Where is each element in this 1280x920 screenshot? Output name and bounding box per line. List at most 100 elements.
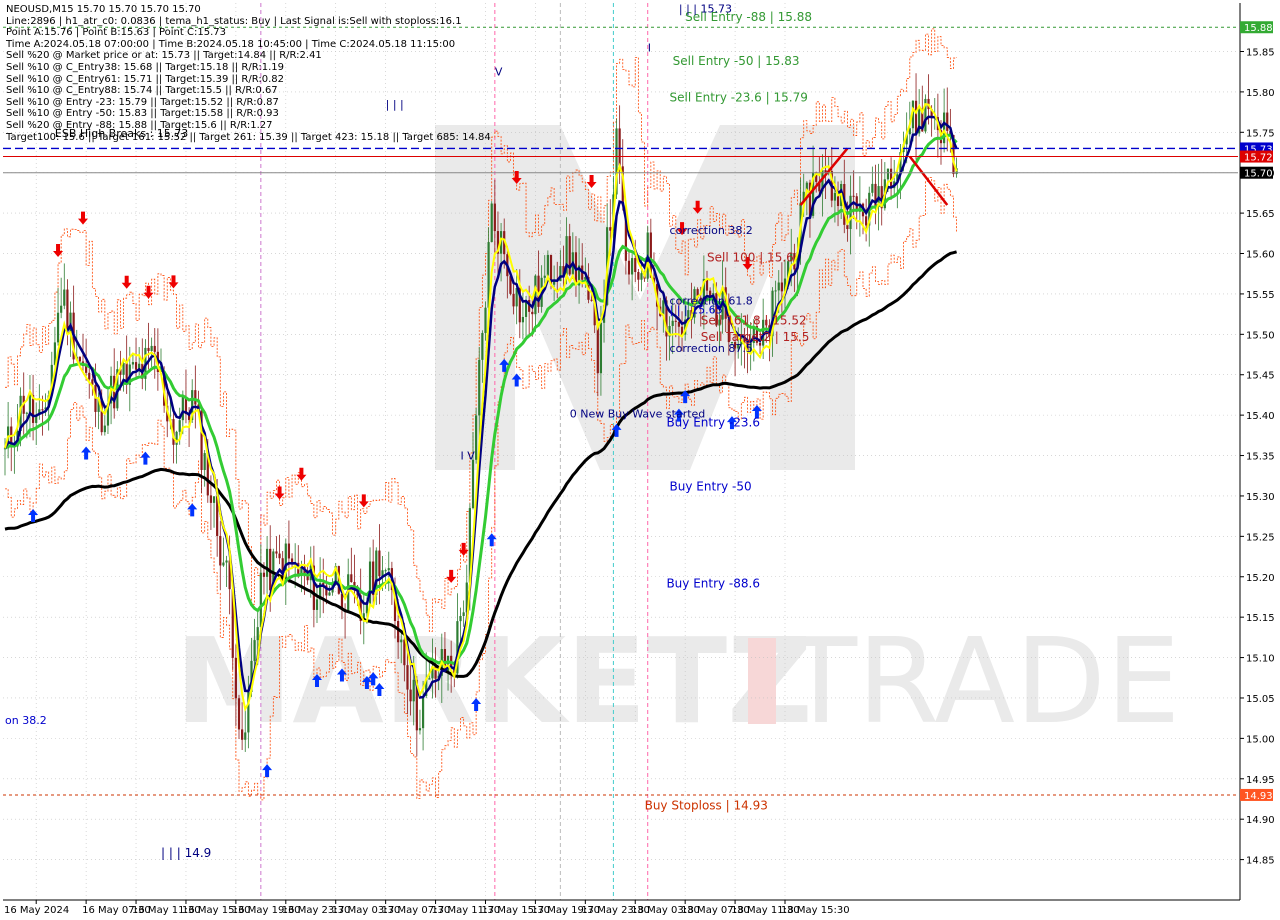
candle-body xyxy=(599,322,603,374)
price-tick-label: 15.05 xyxy=(1246,694,1275,705)
buy-arrow xyxy=(140,451,151,465)
price-tag-label: 15.70 xyxy=(1244,169,1273,180)
candle-body xyxy=(852,195,855,197)
candle-body xyxy=(203,453,206,471)
candle-body xyxy=(943,112,946,144)
candle-body xyxy=(774,290,777,292)
candle-body xyxy=(493,203,496,232)
chart-annotation: Buy Entry -88.6 xyxy=(666,576,760,590)
candle-body xyxy=(462,612,465,616)
sell-arrow xyxy=(358,494,369,508)
candle-body xyxy=(178,420,181,432)
price-tag-label: 15.72 xyxy=(1244,153,1273,164)
time-tick-label: 18 May 15:30 xyxy=(781,905,850,916)
candle-body xyxy=(631,258,634,275)
price-tick-label: 15.75 xyxy=(1246,128,1275,139)
price-tick-label: 15.35 xyxy=(1246,452,1275,463)
candle-body xyxy=(387,568,390,571)
chart-annotation: V xyxy=(495,66,503,79)
candle-body xyxy=(490,203,493,243)
info-line: Point A:15.76 | Point B:15.63 | Point C:… xyxy=(6,27,226,39)
candle-body xyxy=(253,640,256,661)
price-tick-label: 15.00 xyxy=(1246,734,1275,745)
candle-body xyxy=(194,390,197,405)
candle-body xyxy=(237,698,241,730)
chart-annotation: Buy Entry -23.6 xyxy=(666,415,760,429)
sell-arrow xyxy=(78,211,88,225)
candle-body xyxy=(244,732,247,740)
candle-body xyxy=(56,312,60,343)
trend-segment xyxy=(908,155,949,206)
sell-arrow xyxy=(121,275,132,289)
candle-body xyxy=(618,128,621,167)
candle-body xyxy=(671,320,674,326)
time-tick-label: 16 May 2024 xyxy=(4,905,69,916)
buy-arrow xyxy=(81,446,92,460)
candle-body xyxy=(871,183,874,193)
info-line: Sell %10 @ Entry -50: 15.83 || Target:15… xyxy=(6,108,279,120)
candle-body xyxy=(234,657,237,699)
sell-arrow xyxy=(446,569,457,583)
candle-body xyxy=(63,289,66,306)
candle-body xyxy=(531,311,534,315)
candle-body xyxy=(88,372,91,380)
info-line: Sell %10 @ C_Entry38: 15.68 || Target:15… xyxy=(6,61,285,73)
chart-annotation: Sell 161.8 | 15.52 xyxy=(701,314,807,328)
info-line: Sell %10 @ C_Entry61: 15.71 || Target:15… xyxy=(6,73,285,85)
candle-body xyxy=(60,305,63,313)
candle-body xyxy=(287,543,291,559)
candle-body xyxy=(41,409,44,411)
watermark-brand-left: MARKETZ xyxy=(175,612,813,750)
info-panel: NEOUSD,M15 15.70 15.70 15.70 15.70 Line:… xyxy=(6,4,491,143)
candle-body xyxy=(384,570,387,572)
candle-body xyxy=(241,729,244,740)
candle-body xyxy=(403,639,406,666)
candle-body xyxy=(219,535,222,566)
chart-annotation: I V xyxy=(461,450,476,463)
price-tick-label: 15.65 xyxy=(1246,209,1275,220)
price-tick-label: 15.30 xyxy=(1246,492,1275,503)
candle-body xyxy=(846,224,849,230)
candle-body xyxy=(640,273,643,280)
candle-body xyxy=(131,362,135,365)
candle-body xyxy=(315,599,319,610)
candle-body xyxy=(512,293,515,307)
chart-annotation: | | | 15.73 xyxy=(679,3,732,16)
price-tick-label: 15.80 xyxy=(1246,88,1275,99)
candle-body xyxy=(627,260,631,275)
chart-annotation: Sell 100 | 15.6 xyxy=(707,251,794,265)
candle-body xyxy=(777,282,780,291)
candle-body xyxy=(428,678,431,680)
candle-body xyxy=(265,548,269,577)
trading-chart[interactable]: MARKETZ TRADE Sell Entry -88 | 15.88 Sell E… xyxy=(0,0,1280,920)
candle-body xyxy=(534,275,537,315)
info-line: Sell %20 @ Entry -88: 15.88 || Target:15… xyxy=(6,119,273,131)
price-tick-label: 15.20 xyxy=(1246,573,1275,584)
candle-body xyxy=(471,459,475,509)
price-tick-label: 15.15 xyxy=(1246,613,1275,624)
chart-annotation: | | | 14.9 xyxy=(161,846,211,860)
candle-body xyxy=(222,562,225,566)
info-line: Target100: 15.6 || Target 161: 15.52 || … xyxy=(6,131,491,143)
candle-body xyxy=(590,299,593,301)
candle-body xyxy=(256,627,259,641)
price-tick-label: 15.25 xyxy=(1246,532,1275,543)
candle-body xyxy=(103,425,106,433)
candle-body xyxy=(546,254,549,276)
price-tick-label: 15.55 xyxy=(1246,290,1275,301)
watermark: MARKETZTRADE xyxy=(175,125,1180,750)
price-tag-label: 14.93 xyxy=(1244,791,1273,802)
chart-annotation: Sell Entry -50 | 15.83 xyxy=(673,54,800,68)
candle-body xyxy=(833,192,837,201)
candle-body xyxy=(946,112,949,131)
candle-body xyxy=(478,359,481,416)
candle-body xyxy=(674,320,677,322)
price-tick-label: 14.95 xyxy=(1246,775,1275,786)
price-tick-label: 15.10 xyxy=(1246,654,1275,665)
price-tick-label: 14.85 xyxy=(1246,856,1275,867)
watermark-brand-right: TRADE xyxy=(784,612,1180,750)
candle-body xyxy=(481,332,484,360)
candle-body xyxy=(113,375,116,409)
candle-body xyxy=(677,321,681,327)
symbol-line: NEOUSD,M15 15.70 15.70 15.70 15.70 xyxy=(6,4,201,15)
